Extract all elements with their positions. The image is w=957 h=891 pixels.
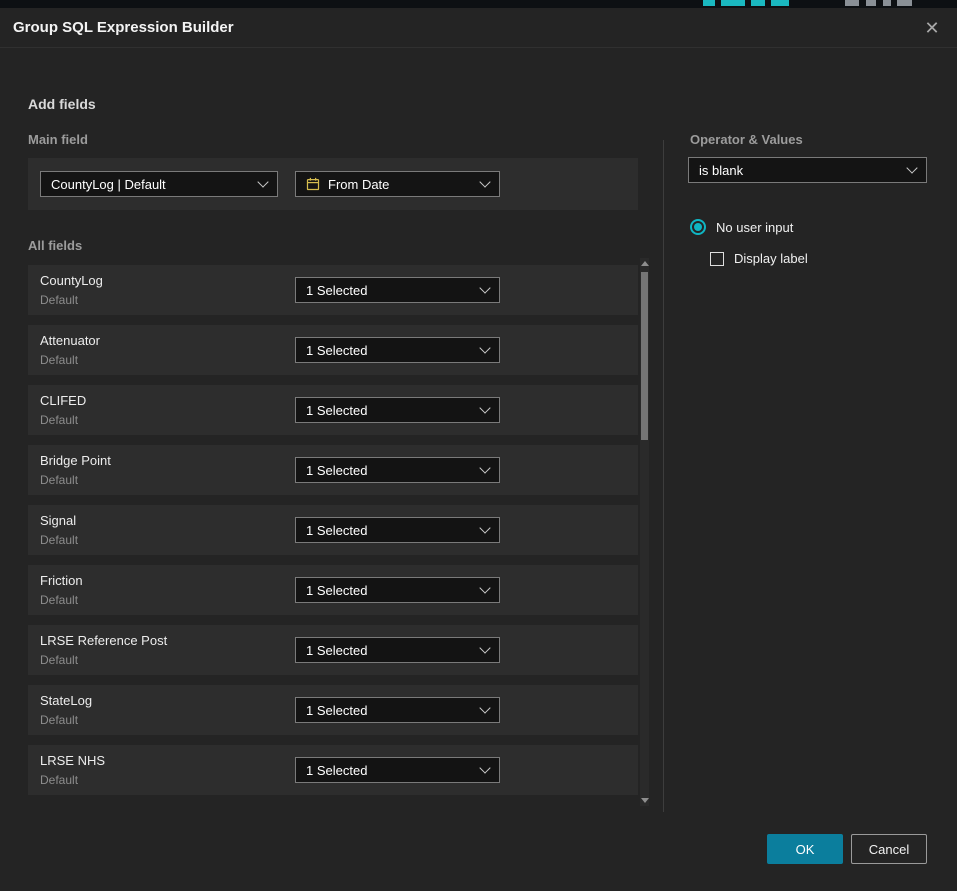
display-label-checkbox[interactable]: Display label <box>710 251 808 266</box>
add-fields-heading: Add fields <box>28 96 96 112</box>
selected-count-dropdown[interactable]: 1 Selected <box>295 457 500 483</box>
field-row-friction: Friction Default 1 Selected <box>28 565 638 615</box>
clipped-ui-fragment <box>721 0 745 6</box>
dialog-header: Group SQL Expression Builder ✕ <box>0 8 957 48</box>
operator-values-label: Operator & Values <box>690 132 803 147</box>
selected-count-value: 1 Selected <box>306 583 367 598</box>
field-source: Default <box>40 593 78 607</box>
selected-count-value: 1 Selected <box>306 463 367 478</box>
field-name: StateLog <box>40 693 92 708</box>
selected-count-value: 1 Selected <box>306 283 367 298</box>
clipped-ui-fragment <box>703 0 715 6</box>
chevron-down-icon <box>479 582 490 593</box>
chevron-down-icon <box>479 176 490 187</box>
clipped-ui-fragment <box>866 0 876 6</box>
vertical-divider <box>663 140 664 812</box>
field-name: CLIFED <box>40 393 86 408</box>
chevron-down-icon <box>257 176 268 187</box>
selected-count-value: 1 Selected <box>306 763 367 778</box>
chevron-down-icon <box>479 642 490 653</box>
clipped-ui-fragment <box>883 0 891 6</box>
layer-select-dropdown[interactable]: CountyLog | Default <box>40 171 278 197</box>
field-source: Default <box>40 353 78 367</box>
group-sql-expression-builder-dialog: Group SQL Expression Builder ✕ Add field… <box>0 8 957 891</box>
selected-count-dropdown[interactable]: 1 Selected <box>295 637 500 663</box>
chevron-down-icon <box>479 282 490 293</box>
chevron-down-icon <box>906 162 917 173</box>
main-field-label: Main field <box>28 132 88 147</box>
chevron-down-icon <box>479 702 490 713</box>
field-source: Default <box>40 473 78 487</box>
field-name: Signal <box>40 513 76 528</box>
operator-select-dropdown[interactable]: is blank <box>688 157 927 183</box>
main-field-panel: CountyLog | Default From Date <box>28 158 638 210</box>
field-name: LRSE NHS <box>40 753 105 768</box>
selected-count-value: 1 Selected <box>306 643 367 658</box>
radio-selected-icon <box>690 219 706 235</box>
field-name: Attenuator <box>40 333 100 348</box>
field-source: Default <box>40 713 78 727</box>
dialog-title: Group SQL Expression Builder <box>13 8 234 48</box>
scroll-up-icon[interactable] <box>641 261 649 266</box>
all-fields-list: CountyLog Default 1 Selected Attenuator … <box>28 265 638 805</box>
radio-dot <box>694 223 702 231</box>
selected-count-value: 1 Selected <box>306 403 367 418</box>
clipped-ui-fragment <box>751 0 765 6</box>
field-source: Default <box>40 533 78 547</box>
field-source: Default <box>40 413 78 427</box>
layer-select-value: CountyLog | Default <box>51 177 166 192</box>
chevron-down-icon <box>479 762 490 773</box>
field-row-bridge-point: Bridge Point Default 1 Selected <box>28 445 638 495</box>
selected-count-dropdown[interactable]: 1 Selected <box>295 697 500 723</box>
selected-count-dropdown[interactable]: 1 Selected <box>295 577 500 603</box>
field-row-lrse-nhs: LRSE NHS Default 1 Selected <box>28 745 638 795</box>
scrollbar-thumb[interactable] <box>641 272 648 440</box>
selected-count-dropdown[interactable]: 1 Selected <box>295 277 500 303</box>
chevron-down-icon <box>479 402 490 413</box>
all-fields-label: All fields <box>28 238 82 253</box>
selected-count-value: 1 Selected <box>306 703 367 718</box>
chevron-down-icon <box>479 342 490 353</box>
field-name: LRSE Reference Post <box>40 633 167 648</box>
selected-count-dropdown[interactable]: 1 Selected <box>295 757 500 783</box>
field-row-lrse-reference-post: LRSE Reference Post Default 1 Selected <box>28 625 638 675</box>
operator-select-value: is blank <box>699 163 743 178</box>
calendar-icon <box>306 177 320 191</box>
display-label-text: Display label <box>734 251 808 266</box>
field-source: Default <box>40 773 78 787</box>
selected-count-dropdown[interactable]: 1 Selected <box>295 517 500 543</box>
field-row-countylog: CountyLog Default 1 Selected <box>28 265 638 315</box>
selected-count-value: 1 Selected <box>306 523 367 538</box>
field-source: Default <box>40 293 78 307</box>
selected-count-value: 1 Selected <box>306 343 367 358</box>
scroll-down-icon[interactable] <box>641 798 649 803</box>
no-user-input-radio[interactable]: No user input <box>690 219 793 235</box>
chevron-down-icon <box>479 462 490 473</box>
checkbox-unchecked-icon <box>710 252 724 266</box>
close-icon[interactable]: ✕ <box>919 15 945 41</box>
chevron-down-icon <box>479 522 490 533</box>
field-name: CountyLog <box>40 273 103 288</box>
field-source: Default <box>40 653 78 667</box>
no-user-input-label: No user input <box>716 220 793 235</box>
field-name: Bridge Point <box>40 453 111 468</box>
ok-button[interactable]: OK <box>767 834 843 864</box>
selected-count-dropdown[interactable]: 1 Selected <box>295 397 500 423</box>
field-select-dropdown[interactable]: From Date <box>295 171 500 197</box>
scrollbar[interactable] <box>640 258 649 806</box>
clipped-ui-fragment <box>897 0 912 6</box>
field-select-value: From Date <box>328 177 389 192</box>
cancel-button[interactable]: Cancel <box>851 834 927 864</box>
selected-count-dropdown[interactable]: 1 Selected <box>295 337 500 363</box>
field-row-statelog: StateLog Default 1 Selected <box>28 685 638 735</box>
clipped-ui-fragment <box>845 0 859 6</box>
clipped-ui-fragment <box>771 0 789 6</box>
field-row-attenuator: Attenuator Default 1 Selected <box>28 325 638 375</box>
field-row-signal: Signal Default 1 Selected <box>28 505 638 555</box>
field-name: Friction <box>40 573 83 588</box>
field-row-clifed: CLIFED Default 1 Selected <box>28 385 638 435</box>
